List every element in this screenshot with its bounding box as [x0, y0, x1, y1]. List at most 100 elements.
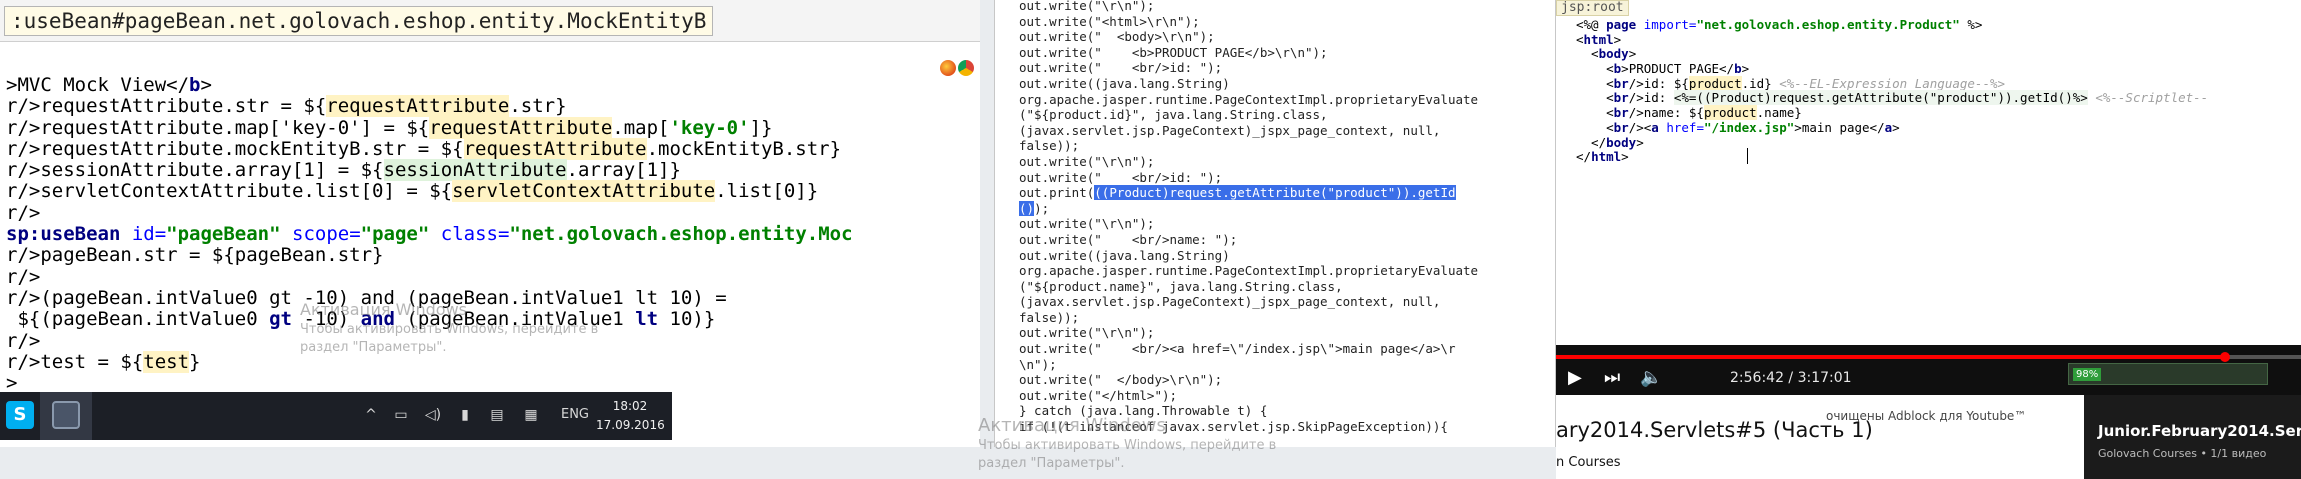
code-token: a: [1651, 119, 1659, 135]
youtube-page: ary2014.Servlets#5 (Часть 1) очищены Adb…: [1556, 395, 2301, 479]
code-line[interactable]: out.write("\r\n");: [1019, 154, 1555, 170]
code-token: out.write((java.lang.String): [1019, 247, 1230, 263]
code-line[interactable]: out.write(" <br/>id: ");: [1019, 170, 1555, 186]
code-token: .mockEntityB.str}: [646, 137, 842, 160]
code-token: out.write("\r\n");: [1019, 216, 1155, 232]
code-line[interactable]: ());: [1019, 200, 1555, 217]
channel-name[interactable]: n Courses: [1556, 455, 1621, 471]
skype-icon[interactable]: S: [6, 401, 34, 429]
code-line[interactable]: r/>pageBean.str = ${pageBean.str}: [6, 245, 976, 266]
code-line[interactable]: <b>PRODUCT PAGE</b>: [1576, 61, 2301, 77]
keyboard-icon[interactable]: ▦: [522, 406, 540, 424]
code-line[interactable]: r/>requestAttribute.str = ${requestAttri…: [6, 95, 976, 118]
code-line[interactable]: \n");: [1019, 357, 1555, 373]
code-line[interactable]: r/>requestAttribute.map['key-0'] = ${req…: [6, 116, 976, 139]
video-progress-bar[interactable]: [1556, 352, 2301, 362]
playlist-title[interactable]: Junior.February2014.Servlets#: [2098, 421, 2301, 441]
code-token: %>: [1959, 17, 1983, 32]
code-line[interactable]: <br/>id: <%=((Product)request.getAttribu…: [1576, 90, 2301, 106]
product-jsp-editor[interactable]: jsp:root <%@ page import="net.golovach.e…: [1556, 0, 2301, 345]
code-line[interactable]: false));: [1019, 310, 1555, 326]
code-token: out.write(" <body>\r\n");: [1019, 29, 1215, 45]
code-token: ${(pageBean.intValue0: [6, 308, 270, 331]
chevron-up-icon[interactable]: ^: [362, 406, 380, 424]
next-button[interactable]: ⏭: [1604, 367, 1620, 389]
code-line[interactable]: out.print(((Product)request.getAttribute…: [1019, 185, 1555, 201]
code-line[interactable]: false));: [1019, 138, 1555, 154]
code-line[interactable]: out.write(" <body>\r\n");: [1019, 29, 1555, 45]
servlet-source-panel[interactable]: out.write("\r\n"); out.write("<html>\r\n"…: [994, 0, 1556, 447]
code-token: out.write(" <br/><a href=\"/index.jsp\">…: [1019, 341, 1456, 357]
code-token: out.write(" <b>PRODUCT PAGE</b>\r\n");: [1019, 44, 1328, 60]
code-line[interactable]: out.write(" <br/>id: ");: [1019, 60, 1555, 76]
language-indicator[interactable]: ENG: [560, 406, 590, 424]
code-line[interactable]: r/>sessionAttribute.array[1] = ${session…: [6, 159, 976, 182]
code-line[interactable]: out.write(" </body>\r\n");: [1019, 372, 1555, 388]
code-line[interactable]: r/>: [6, 202, 976, 224]
windows-activation-watermark-text: Чтобы активировать Windows, перейдите в: [300, 322, 599, 337]
code-token: );: [1034, 200, 1050, 216]
code-line[interactable]: </html>: [1576, 149, 2301, 165]
code-token: r/>requestAttribute.map['key-0'] = ${: [6, 116, 430, 139]
code-line[interactable]: <body>: [1576, 47, 2301, 62]
code-line[interactable]: >MVC Mock View</b>: [6, 74, 976, 96]
notification-icon[interactable]: ▤: [488, 406, 506, 424]
file-explorer-icon[interactable]: [52, 401, 80, 429]
code-line[interactable]: r/>: [6, 265, 976, 288]
servlet-code-area[interactable]: out.write("\r\n"); out.write("<html>\r\n"…: [1019, 0, 1555, 435]
code-line[interactable]: <html>: [1576, 32, 2301, 48]
code-line[interactable]: r/>(pageBean.intValue0 gt -10) and (page…: [6, 287, 976, 309]
code-line[interactable]: out.write("\r\n");: [1019, 325, 1555, 341]
code-token: >: [1628, 46, 1637, 62]
firefox-icon[interactable]: [940, 60, 956, 76]
code-line[interactable]: out.write(" <br/><a href=\"/index.jsp\">…: [1019, 341, 1555, 357]
code-line[interactable]: ("${product.id}", java.lang.String.class…: [1019, 107, 1555, 123]
code-line[interactable]: <br/><a href="/index.jsp">main page</a>: [1576, 119, 2301, 136]
clock-date[interactable]: 17.09.2016: [596, 416, 665, 434]
clock-time[interactable]: 18:02: [600, 397, 660, 415]
code-line[interactable]: r/>servletContextAttribute.list[0] = ${s…: [6, 180, 976, 203]
code-line[interactable]: (javax.servlet.jsp.PageContext)_jspx_pag…: [1019, 294, 1555, 310]
volume-button[interactable]: 🔈: [1640, 367, 1662, 389]
code-line[interactable]: out.write((java.lang.String): [1019, 76, 1555, 92]
code-line[interactable]: </body>: [1576, 135, 2301, 151]
code-token: .str}: [509, 95, 567, 118]
code-line[interactable]: (javax.servlet.jsp.PageContext)_jspx_pag…: [1019, 123, 1555, 139]
battery-icon[interactable]: ▮: [456, 406, 474, 424]
code-line[interactable]: out.write("\r\n");: [1019, 0, 1555, 14]
windows-activation-watermark-text: раздел "Параметры".: [300, 340, 447, 355]
code-line[interactable]: out.write(" <b>PRODUCT PAGE</b>\r\n");: [1019, 45, 1555, 61]
code-token: />id: ${: [1628, 75, 1689, 91]
breadcrumb[interactable]: jsp:root: [1556, 0, 1629, 16]
code-token: />name: ${: [1628, 105, 1704, 121]
code-line[interactable]: out.write("</html>");: [1019, 388, 1555, 404]
play-button[interactable]: ▶: [1568, 367, 1582, 389]
code-line[interactable]: org.apache.jasper.runtime.PageContextImp…: [1019, 263, 1555, 279]
code-line[interactable]: out.write("<html>\r\n");: [1019, 14, 1555, 30]
code-line[interactable]: <%@ page import="net.golovach.eshop.enti…: [1576, 17, 2301, 33]
code-line[interactable]: r/>test = ${test}: [6, 350, 976, 373]
code-token: out.write("<html>\r\n");: [1019, 13, 1200, 29]
editor-tab-title[interactable]: :useBean#pageBean.net.golovach.eshop.ent…: [4, 6, 714, 36]
code-line[interactable]: <br/>name: ${product.name}: [1576, 105, 2301, 121]
jsp-editor-panel[interactable]: :useBean#pageBean.net.golovach.eshop.ent…: [0, 0, 980, 447]
product-jsp-code-area[interactable]: <%@ page import="net.golovach.eshop.enti…: [1576, 17, 2301, 165]
volume-icon[interactable]: ◁): [424, 406, 442, 424]
network-icon[interactable]: ▭: [392, 406, 410, 424]
playlist-panel[interactable]: Junior.February2014.Servlets# Golovach C…: [2084, 395, 2301, 479]
video-scrubber-handle[interactable]: [2220, 352, 2231, 362]
code-line[interactable]: ("${product.name}", java.lang.String.cla…: [1019, 279, 1555, 295]
code-line[interactable]: org.apache.jasper.runtime.PageContextImp…: [1019, 92, 1555, 108]
code-line[interactable]: out.write(" <br/>name: ");: [1019, 232, 1555, 248]
code-line[interactable]: sp:useBean id="pageBean" scope="page" cl…: [6, 223, 976, 245]
code-line[interactable]: <br/>id: ${product.id} <%--EL-Expression…: [1576, 75, 2301, 92]
code-line[interactable]: r/>requestAttribute.mockEntityB.str = ${…: [6, 137, 976, 160]
chrome-icon[interactable]: [958, 60, 974, 76]
jsp-code-area[interactable]: >MVC Mock View</b> r/>requestAttribute.st…: [6, 74, 976, 394]
code-line[interactable]: out.write("\r\n");: [1019, 216, 1555, 232]
code-token: out.write("\r\n");: [1019, 0, 1155, 13]
code-line[interactable]: out.write((java.lang.String): [1019, 248, 1555, 264]
code-token: b: [189, 74, 201, 96]
code-token: r/>: [6, 265, 41, 288]
